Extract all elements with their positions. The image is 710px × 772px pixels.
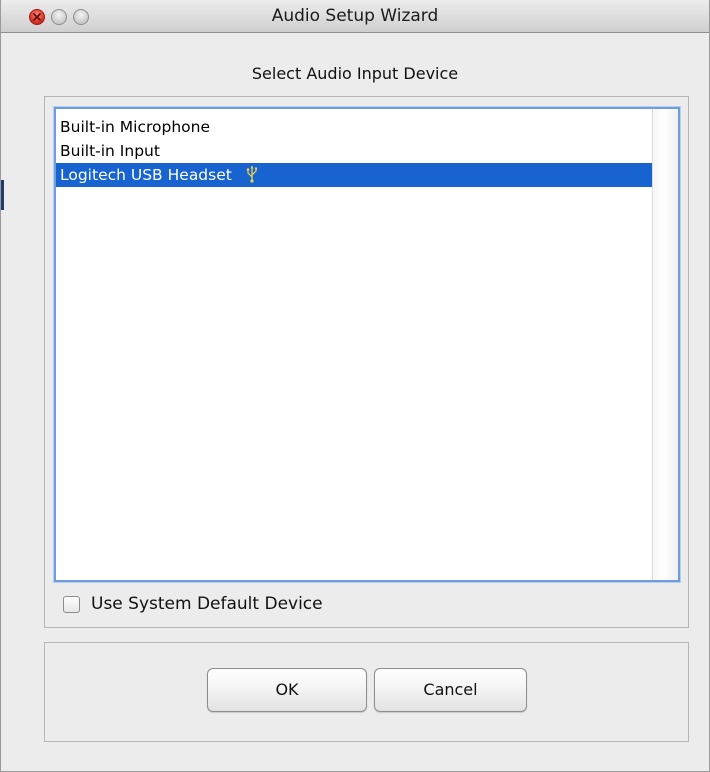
device-item-built-in-input[interactable]: Built-in Input [56,139,654,163]
list-scrollbar[interactable] [652,109,678,580]
title-bar[interactable]: Audio Setup Wizard [1,0,709,33]
device-item-built-in-microphone[interactable]: Built-in Microphone [56,115,654,139]
ok-button[interactable]: OK [207,668,367,712]
use-default-checkbox[interactable] [63,596,80,613]
device-label: Logitech USB Headset [60,166,232,184]
use-default-label[interactable]: Use System Default Device [91,594,323,614]
device-list[interactable]: Built-in Microphone Built-in Input Logit… [54,107,680,582]
device-list-items: Built-in Microphone Built-in Input Logit… [56,115,654,187]
window-edge-shadow [1,180,4,210]
cancel-button[interactable]: Cancel [374,668,527,712]
usb-icon [246,165,258,190]
device-item-logitech-usb-headset[interactable]: Logitech USB Headset [56,163,654,187]
dialog-heading: Select Audio Input Device [251,64,459,83]
device-label: Built-in Input [60,142,160,160]
device-label: Built-in Microphone [60,118,211,136]
audio-setup-window: Audio Setup Wizard Select Audio Input De… [0,0,710,772]
window-title: Audio Setup Wizard [271,6,439,26]
